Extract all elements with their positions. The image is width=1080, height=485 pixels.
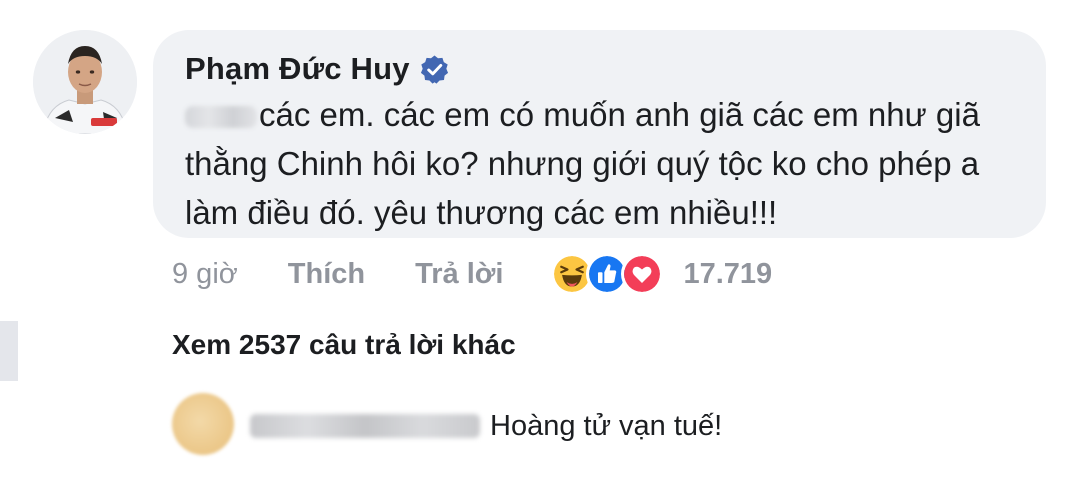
reply-author-name-blurred[interactable] — [250, 414, 480, 438]
reactions-summary[interactable] — [551, 253, 664, 295]
comment-body: các em. các em có muốn anh giã các em nh… — [185, 96, 980, 231]
blurred-text — [185, 106, 257, 129]
view-more-replies-link[interactable]: Xem 2537 câu trả lời khác — [172, 329, 516, 361]
comment-bubble: Phạm Đức Huy các em. các em có muốn anh … — [153, 30, 1046, 238]
author-name[interactable]: Phạm Đức Huy — [185, 51, 410, 87]
author-avatar[interactable] — [33, 30, 137, 134]
love-icon — [621, 253, 664, 295]
comment-timestamp[interactable]: 9 giờ — [172, 258, 238, 291]
avatar-photo — [33, 30, 137, 134]
reply-text: Hoàng tử vạn tuế! — [490, 410, 723, 442]
reaction-count[interactable]: 17.719 — [683, 258, 772, 291]
reply-action-button[interactable]: Trả lời — [415, 258, 503, 291]
reply-avatar[interactable] — [172, 393, 234, 455]
left-edge-strip — [0, 321, 18, 381]
comment-actions: 9 giờ Thích Trả lời 17.719 — [172, 252, 772, 296]
verified-badge-icon — [420, 54, 448, 84]
comment-text: các em. các em có muốn anh giã các em nh… — [185, 90, 1035, 237]
like-action-button[interactable]: Thích — [288, 258, 365, 291]
author-row: Phạm Đức Huy — [185, 50, 450, 88]
